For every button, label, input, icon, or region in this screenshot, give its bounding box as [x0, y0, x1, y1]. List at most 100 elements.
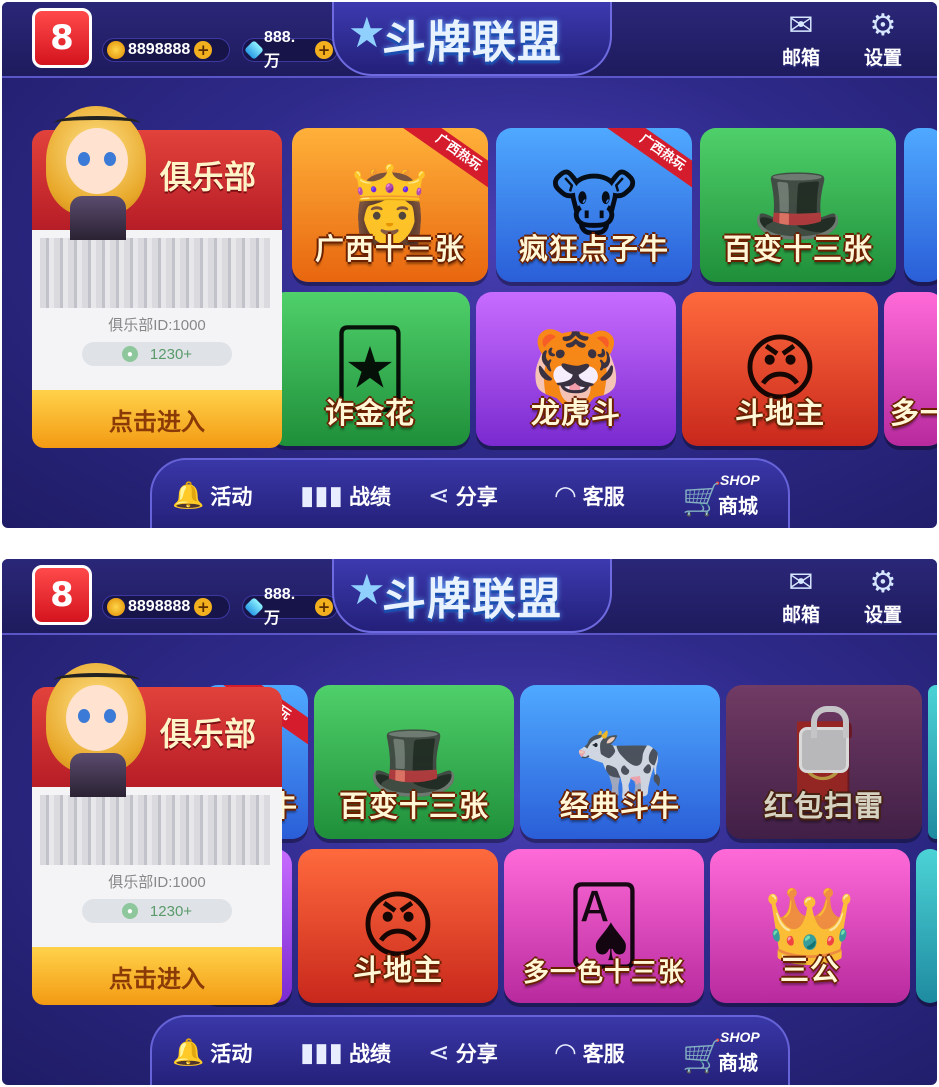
game-tile[interactable]: 😠 斗地主	[682, 292, 878, 446]
member-count-pill: ● 1230+	[82, 899, 232, 923]
nav-shop[interactable]: 🛒 SHOP 商城	[682, 470, 778, 520]
nav-service-label: 客服	[582, 485, 625, 509]
top-bar: 8 8898888 + 888.万 + ★ 斗牌联盟 ✉ 邮箱 ⚙ 设置	[2, 2, 937, 78]
coin-balance: 8898888 +	[102, 595, 230, 619]
gear-icon: ⚙	[869, 565, 897, 600]
game-tile[interactable]: 👸 广西热玩 广西十三张	[292, 128, 488, 282]
settings-button[interactable]: ⚙ 设置	[850, 8, 916, 70]
logo-text: 8	[50, 575, 74, 615]
star-icon: ★	[348, 565, 386, 614]
game-tile[interactable]: 🎩 百变十三张	[700, 128, 896, 282]
shop-label: 商城	[718, 494, 758, 518]
coin-balance: 8898888 +	[102, 38, 230, 62]
game-lobby-screen-1: 8 8898888 + 888.万 + ★ 斗牌联盟 ✉ 邮箱 ⚙ 设置 👸 广…	[2, 2, 937, 528]
star-icon: ★	[348, 8, 386, 57]
game-tile[interactable]: 🂡 多一色十三张	[504, 849, 704, 1003]
add-coins-button[interactable]: +	[194, 598, 213, 616]
game-tile[interactable]: 🐯 龙虎斗	[476, 292, 676, 446]
game-tile[interactable]: 👑 三公	[710, 849, 910, 1003]
nav-share-label: 分享	[455, 1042, 498, 1066]
club-title: 俱乐部	[159, 158, 256, 196]
mail-icon: ✉	[788, 8, 814, 43]
game-name: 百变十三张	[722, 232, 873, 266]
nav-record-label: 战绩	[348, 1042, 391, 1066]
app-logo[interactable]: 8	[32, 565, 92, 625]
gem-icon	[244, 597, 264, 617]
game-name: 红包扫雷	[763, 789, 884, 823]
member-count-pill: ● 1230+	[82, 342, 232, 366]
add-gems-button[interactable]: +	[315, 598, 333, 616]
headset-icon: ◠	[554, 481, 577, 511]
mascot-girl-avatar	[42, 659, 162, 799]
nav-service[interactable]: ◠ 客服	[554, 1033, 625, 1073]
app-title-banner: ★ 斗牌联盟	[332, 2, 612, 76]
blurred-club-name	[40, 795, 270, 865]
club-body: 俱乐部ID:1000 ● 1230+	[32, 787, 282, 947]
member-count: 1230+	[149, 902, 193, 920]
club-title: 俱乐部	[159, 715, 256, 753]
mascot-girl-avatar	[42, 102, 162, 242]
bell-icon: 🔔	[172, 481, 205, 511]
coin-amount: 8898888	[128, 41, 191, 58]
game-tile[interactable]: 🐮 广西热玩 疯狂点子牛	[496, 128, 692, 282]
nav-record[interactable]: ▮▮▮ 战绩	[300, 476, 391, 516]
nav-record[interactable]: ▮▮▮ 战绩	[300, 1033, 391, 1073]
enter-club-button[interactable]: 点击进入	[32, 947, 282, 1005]
club-id: 俱乐部ID:1000	[108, 317, 206, 334]
nav-share[interactable]: ⋖ 分享	[428, 476, 498, 516]
nav-activity[interactable]: 🔔 活动	[172, 476, 252, 516]
cart-icon: 🛒	[682, 480, 722, 518]
game-tile-locked[interactable]: 🧧 红包扫雷	[726, 685, 922, 839]
game-name: 诈金花	[324, 396, 415, 430]
enter-club-button[interactable]: 点击进入	[32, 390, 282, 448]
game-name: 斗地主	[352, 953, 443, 987]
nav-shop[interactable]: 🛒 SHOP 商城	[682, 1027, 778, 1077]
game-tile-partial[interactable]	[928, 685, 937, 839]
headset-icon: ◠	[554, 1038, 577, 1068]
nav-share[interactable]: ⋖ 分享	[428, 1033, 498, 1073]
game-tile-partial[interactable]	[916, 849, 937, 1003]
game-tile-partial[interactable]: 多一	[884, 292, 937, 446]
share-icon: ⋖	[428, 481, 450, 511]
game-name: 龙虎斗	[530, 396, 621, 430]
nav-activity[interactable]: 🔔 活动	[172, 1033, 252, 1073]
game-name: 斗地主	[734, 396, 825, 430]
settings-button[interactable]: ⚙ 设置	[850, 565, 916, 627]
mail-label: 邮箱	[781, 47, 820, 69]
shop-label: 商城	[718, 1051, 758, 1075]
game-name: 疯狂点子牛	[518, 232, 669, 266]
add-coins-button[interactable]: +	[194, 41, 213, 59]
game-name: 多一	[890, 396, 937, 430]
lock-icon	[799, 705, 849, 773]
gem-balance: 888.万 +	[242, 29, 338, 70]
app-title: 斗牌联盟	[382, 574, 562, 625]
nav-service[interactable]: ◠ 客服	[554, 476, 625, 516]
game-tile[interactable]: 🎩 百变十三张	[314, 685, 514, 839]
nav-record-label: 战绩	[348, 485, 391, 509]
coin-amount: 8898888	[128, 598, 191, 615]
logo-text: 8	[50, 18, 74, 58]
nav-share-label: 分享	[455, 485, 498, 509]
settings-label: 设置	[863, 604, 902, 626]
mail-button[interactable]: ✉ 邮箱	[768, 8, 834, 70]
member-count: 1230+	[149, 345, 193, 363]
game-tile[interactable]: 🃏 诈金花	[270, 292, 470, 446]
game-tile[interactable]: 😠 斗地主	[298, 849, 498, 1003]
add-gems-button[interactable]: +	[315, 41, 333, 59]
club-id: 俱乐部ID:1000	[108, 874, 206, 891]
gem-icon	[244, 40, 264, 60]
mail-button[interactable]: ✉ 邮箱	[768, 565, 834, 627]
blurred-club-name	[40, 238, 270, 308]
cart-icon: 🛒	[682, 1037, 722, 1075]
game-lobby-screen-2: 8 8898888 + 888.万 + ★ 斗牌联盟 ✉ 邮箱 ⚙ 设置 热玩 …	[2, 559, 937, 1085]
gem-amount: 888.万	[264, 29, 296, 70]
nav-activity-label: 活动	[210, 1042, 253, 1066]
game-name: 百变十三张	[338, 789, 489, 823]
game-tile[interactable]: 🐄 经典斗牛	[520, 685, 720, 839]
gem-balance: 888.万 +	[242, 586, 338, 627]
gear-icon: ⚙	[869, 8, 897, 43]
settings-label: 设置	[863, 47, 902, 69]
game-tile-partial[interactable]	[904, 128, 937, 282]
mail-label: 邮箱	[781, 604, 820, 626]
app-logo[interactable]: 8	[32, 8, 92, 68]
